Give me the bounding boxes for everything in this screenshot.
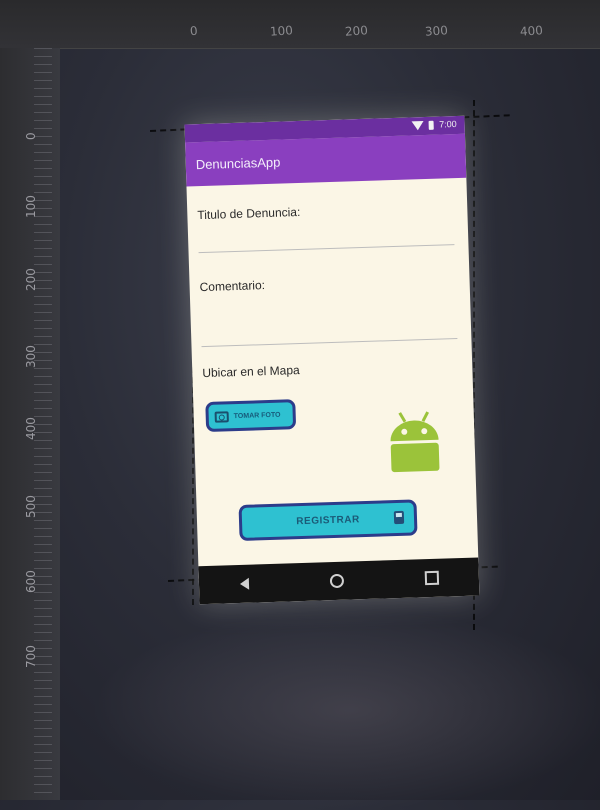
comment-input[interactable] (201, 338, 458, 348)
title-label: Titulo de Denuncia: (197, 204, 301, 223)
ruler-top-tick: 100 (269, 23, 294, 39)
register-label: REGISTRAR (296, 513, 360, 527)
ruler-left-tick: 300 (24, 345, 38, 368)
map-label[interactable]: Ubicar en el Mapa (202, 363, 300, 380)
take-photo-label: TOMAR FOTO (233, 411, 281, 420)
form-content: Titulo de Denuncia: Comentario: Ubicar e… (186, 178, 477, 549)
ruler-top-tick: 300 (424, 23, 449, 39)
ruler-left-tick: 0 (24, 132, 38, 140)
comment-label: Comentario: (199, 278, 266, 295)
app-title: DenunciasApp (195, 154, 281, 172)
register-button[interactable]: REGISTRAR (238, 499, 418, 541)
ruler-top-tick: 400 (519, 23, 544, 39)
battery-icon (428, 120, 435, 130)
android-logo (390, 411, 440, 473)
home-icon[interactable] (329, 573, 344, 589)
android-head (390, 420, 439, 442)
camera-icon (214, 410, 229, 423)
ruler-top: 0 100 200 300 400 (0, 0, 600, 49)
phone-preview: 7:00 DenunciasApp Titulo de Denuncia: Co… (184, 115, 480, 605)
wifi-icon (411, 120, 425, 130)
title-input[interactable] (198, 244, 455, 254)
ruler-left-tick: 100 (24, 195, 38, 218)
ruler-left-tick: 500 (24, 495, 38, 518)
status-time: 7:00 (438, 118, 457, 130)
ruler-left: 0 100 200 300 400 500 600 700 (0, 48, 60, 800)
take-photo-button[interactable]: TOMAR FOTO (205, 399, 297, 432)
android-body (390, 442, 440, 473)
save-icon (393, 510, 405, 525)
back-icon[interactable] (239, 577, 249, 591)
android-antenna-right (421, 411, 430, 422)
screen-glare (90, 610, 600, 810)
ruler-top-tick: 200 (344, 23, 369, 39)
ruler-left-tick: 600 (24, 570, 38, 593)
navigation-bar (198, 557, 480, 605)
ruler-left-tick: 700 (24, 645, 38, 668)
ruler-top-tick: 0 (189, 23, 199, 39)
ruler-left-tick: 400 (24, 417, 38, 440)
android-antenna-left (398, 412, 407, 423)
ruler-left-tick: 200 (24, 268, 38, 291)
recent-apps-icon[interactable] (424, 570, 439, 586)
